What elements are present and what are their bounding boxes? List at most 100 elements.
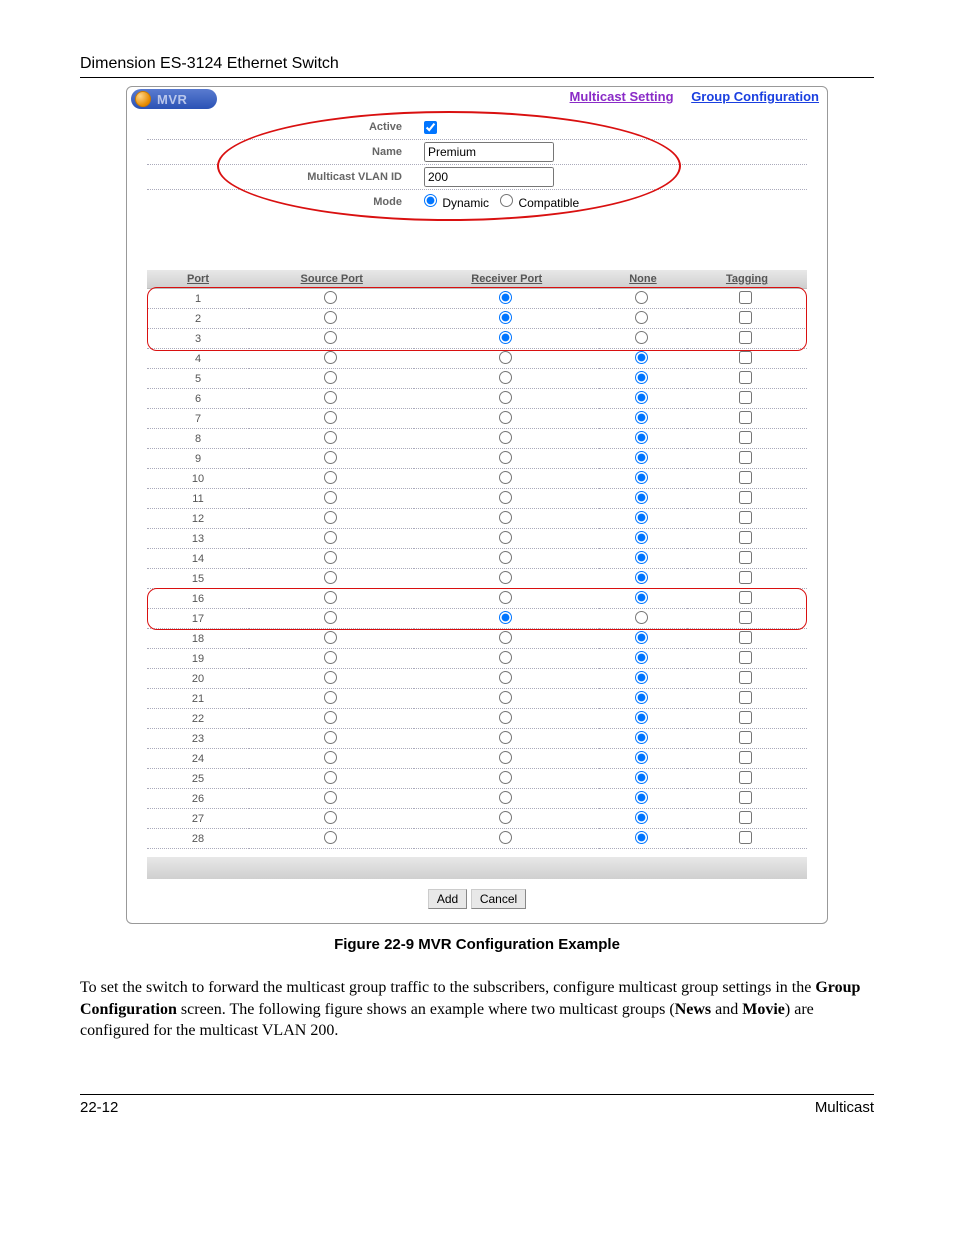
source-radio[interactable] xyxy=(324,691,337,704)
receiver-radio[interactable] xyxy=(499,691,512,704)
source-radio[interactable] xyxy=(324,791,337,804)
source-radio[interactable] xyxy=(324,491,337,504)
receiver-radio[interactable] xyxy=(499,731,512,744)
receiver-radio[interactable] xyxy=(499,351,512,364)
receiver-radio[interactable] xyxy=(499,631,512,644)
receiver-radio[interactable] xyxy=(499,531,512,544)
tagging-checkbox[interactable] xyxy=(739,791,752,804)
tagging-checkbox[interactable] xyxy=(739,591,752,604)
tagging-checkbox[interactable] xyxy=(739,651,752,664)
source-radio[interactable] xyxy=(324,511,337,524)
mode-compatible-option[interactable]: Compatible xyxy=(500,194,579,210)
source-radio[interactable] xyxy=(324,731,337,744)
source-radio[interactable] xyxy=(324,551,337,564)
tagging-checkbox[interactable] xyxy=(739,571,752,584)
source-radio[interactable] xyxy=(324,351,337,364)
tagging-checkbox[interactable] xyxy=(739,551,752,564)
tagging-checkbox[interactable] xyxy=(739,671,752,684)
source-radio[interactable] xyxy=(324,771,337,784)
source-radio[interactable] xyxy=(324,331,337,344)
receiver-radio[interactable] xyxy=(499,291,512,304)
source-radio[interactable] xyxy=(324,631,337,644)
source-radio[interactable] xyxy=(324,591,337,604)
none-radio[interactable] xyxy=(635,791,648,804)
tagging-checkbox[interactable] xyxy=(739,291,752,304)
source-radio[interactable] xyxy=(324,451,337,464)
tagging-checkbox[interactable] xyxy=(739,711,752,724)
tagging-checkbox[interactable] xyxy=(739,371,752,384)
tagging-checkbox[interactable] xyxy=(739,471,752,484)
receiver-radio[interactable] xyxy=(499,571,512,584)
link-group-configuration[interactable]: Group Configuration xyxy=(691,89,819,104)
none-radio[interactable] xyxy=(635,671,648,684)
tagging-checkbox[interactable] xyxy=(739,811,752,824)
receiver-radio[interactable] xyxy=(499,671,512,684)
receiver-radio[interactable] xyxy=(499,771,512,784)
tagging-checkbox[interactable] xyxy=(739,451,752,464)
none-radio[interactable] xyxy=(635,731,648,744)
active-checkbox[interactable] xyxy=(424,121,437,134)
tagging-checkbox[interactable] xyxy=(739,351,752,364)
source-radio[interactable] xyxy=(324,391,337,404)
source-radio[interactable] xyxy=(324,571,337,584)
none-radio[interactable] xyxy=(635,811,648,824)
link-multicast-setting[interactable]: Multicast Setting xyxy=(570,89,674,104)
source-radio[interactable] xyxy=(324,371,337,384)
tagging-checkbox[interactable] xyxy=(739,391,752,404)
source-radio[interactable] xyxy=(324,711,337,724)
name-input[interactable] xyxy=(424,142,554,162)
receiver-radio[interactable] xyxy=(499,651,512,664)
source-radio[interactable] xyxy=(324,411,337,424)
none-radio[interactable] xyxy=(635,411,648,424)
tagging-checkbox[interactable] xyxy=(739,411,752,424)
source-radio[interactable] xyxy=(324,611,337,624)
none-radio[interactable] xyxy=(635,611,648,624)
receiver-radio[interactable] xyxy=(499,811,512,824)
source-radio[interactable] xyxy=(324,831,337,844)
tagging-checkbox[interactable] xyxy=(739,431,752,444)
receiver-radio[interactable] xyxy=(499,511,512,524)
none-radio[interactable] xyxy=(635,511,648,524)
tagging-checkbox[interactable] xyxy=(739,311,752,324)
none-radio[interactable] xyxy=(635,711,648,724)
tagging-checkbox[interactable] xyxy=(739,491,752,504)
mode-dynamic-option[interactable]: Dynamic xyxy=(424,194,489,210)
tagging-checkbox[interactable] xyxy=(739,831,752,844)
none-radio[interactable] xyxy=(635,651,648,664)
tagging-checkbox[interactable] xyxy=(739,611,752,624)
none-radio[interactable] xyxy=(635,831,648,844)
none-radio[interactable] xyxy=(635,751,648,764)
receiver-radio[interactable] xyxy=(499,311,512,324)
none-radio[interactable] xyxy=(635,451,648,464)
none-radio[interactable] xyxy=(635,571,648,584)
source-radio[interactable] xyxy=(324,531,337,544)
none-radio[interactable] xyxy=(635,591,648,604)
receiver-radio[interactable] xyxy=(499,711,512,724)
tagging-checkbox[interactable] xyxy=(739,691,752,704)
receiver-radio[interactable] xyxy=(499,831,512,844)
receiver-radio[interactable] xyxy=(499,411,512,424)
none-radio[interactable] xyxy=(635,431,648,444)
receiver-radio[interactable] xyxy=(499,391,512,404)
receiver-radio[interactable] xyxy=(499,431,512,444)
receiver-radio[interactable] xyxy=(499,451,512,464)
none-radio[interactable] xyxy=(635,771,648,784)
tagging-checkbox[interactable] xyxy=(739,771,752,784)
tagging-checkbox[interactable] xyxy=(739,731,752,744)
none-radio[interactable] xyxy=(635,491,648,504)
none-radio[interactable] xyxy=(635,391,648,404)
receiver-radio[interactable] xyxy=(499,331,512,344)
none-radio[interactable] xyxy=(635,371,648,384)
tagging-checkbox[interactable] xyxy=(739,531,752,544)
tagging-checkbox[interactable] xyxy=(739,511,752,524)
receiver-radio[interactable] xyxy=(499,491,512,504)
tagging-checkbox[interactable] xyxy=(739,631,752,644)
none-radio[interactable] xyxy=(635,631,648,644)
none-radio[interactable] xyxy=(635,291,648,304)
none-radio[interactable] xyxy=(635,531,648,544)
cancel-button[interactable]: Cancel xyxy=(471,889,526,909)
none-radio[interactable] xyxy=(635,351,648,364)
source-radio[interactable] xyxy=(324,471,337,484)
none-radio[interactable] xyxy=(635,471,648,484)
receiver-radio[interactable] xyxy=(499,751,512,764)
